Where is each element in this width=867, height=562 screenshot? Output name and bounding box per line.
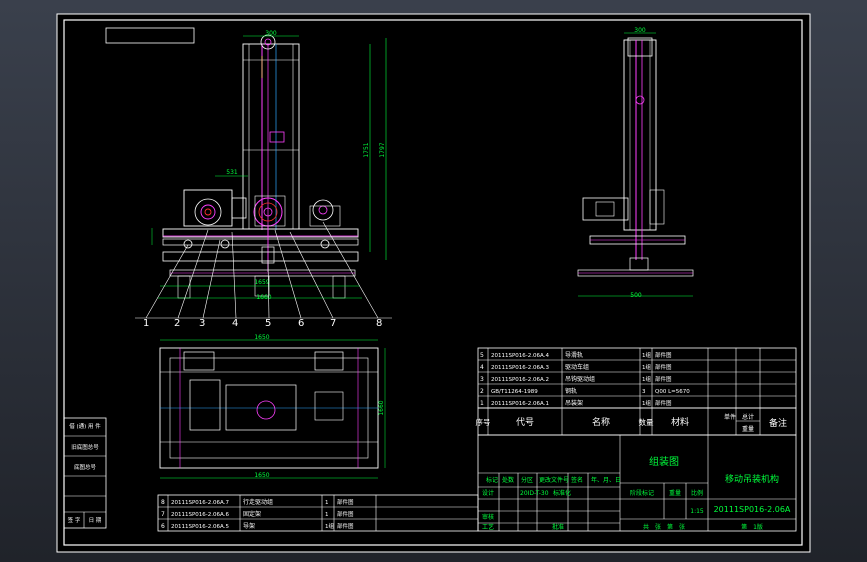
tb-assembly: 组装图 <box>649 455 679 468</box>
part-row-qty: 1组 <box>642 375 651 383</box>
balloon-3: 3 <box>199 318 205 329</box>
hdr-name: 名称 <box>592 416 610 428</box>
part-row-code: 20111SP016-2.06A.4 <box>491 353 549 359</box>
part-row-no: 7 <box>161 511 165 518</box>
part-row-code: 20111SP016-2.06A.5 <box>171 524 229 530</box>
part-row-material: 部件图 <box>655 375 672 383</box>
side-label-0: 借 (通) 用 件 <box>69 422 101 430</box>
part-row-name: 吊装架 <box>565 399 583 407</box>
tb-std: 标准化 <box>553 489 571 497</box>
part-row-no: 8 <box>161 499 165 506</box>
hdr-unit-weight: 单件 <box>724 413 736 421</box>
dim-top-width: 300 <box>265 30 277 37</box>
tb-date: 年、月、日 <box>591 476 621 484</box>
hdr-total-weight: 总计 <box>742 413 754 421</box>
dim-motor-offset: 531 <box>226 169 238 176</box>
side-label-2: 底图总号 <box>74 463 97 471</box>
part-row-code: GB/T11264-1989 <box>491 389 538 395</box>
part-row-material: 部件图 <box>655 351 672 359</box>
part-row-code: 20111SP016-2.06A.2 <box>491 377 549 383</box>
part-row-name: 驱动车组 <box>565 363 589 371</box>
tb-std-no: 20ID-T-30 <box>520 490 549 497</box>
part-row-name: 固定架 <box>243 510 261 518</box>
part-row-no: 1 <box>480 400 484 407</box>
hdr-weight: 重量 <box>742 425 754 433</box>
tb-design: 设计 <box>482 489 494 497</box>
hdr-code: 代号 <box>516 417 534 428</box>
hdr-qty: 数量 <box>639 417 654 427</box>
part-row-no: 5 <box>480 352 484 359</box>
dim-plan-depth: 1660 <box>378 400 385 415</box>
balloon-7: 7 <box>330 318 336 329</box>
part-row-qty: 3 <box>642 389 646 395</box>
tb-change-doc: 更改文件号 <box>539 476 569 484</box>
part-row-qty: 1 <box>325 500 329 506</box>
tb-scale: 1:15 <box>690 508 704 515</box>
part-row-material: 部件图 <box>337 522 354 530</box>
side-label-4: 日 期 <box>89 517 102 524</box>
dim-plan-width: 1650 <box>254 334 269 341</box>
part-row-qty: 1组 <box>325 522 334 530</box>
hdr-mat: 材料 <box>671 416 689 428</box>
part-row-material: Q00 L=5670 <box>655 389 690 395</box>
tb-title: 移动吊装机构 <box>725 473 779 485</box>
tb-ratio-label: 比例 <box>691 489 703 497</box>
dim-plan-bottom: 1650 <box>254 472 269 479</box>
balloon-1: 1 <box>143 318 149 329</box>
tb-approve: 批准 <box>552 523 564 531</box>
dim-base-width: 1660 <box>256 294 271 301</box>
part-row-name: 行走驱动组 <box>243 498 273 506</box>
balloon-2: 2 <box>174 318 180 329</box>
balloon-5: 5 <box>265 318 271 329</box>
part-row-no: 6 <box>161 523 165 530</box>
tb-review: 审核 <box>482 513 494 521</box>
part-row-no: 4 <box>480 364 484 371</box>
dim-width-front: 1659 <box>254 279 269 286</box>
dim-height-total: 1751 <box>363 142 370 157</box>
dim-side-top: 300 <box>634 27 646 34</box>
part-row-name: 吊钩驱动组 <box>565 375 595 383</box>
part-row-code: 20111SP016-2.06A.3 <box>491 365 549 371</box>
dim-height-outer: 1797 <box>379 142 386 157</box>
part-row-no: 3 <box>480 376 484 383</box>
part-row-qty: 1 <box>325 512 329 518</box>
part-row-name: 钢轨 <box>565 387 577 395</box>
part-row-material: 部件图 <box>655 363 672 371</box>
part-row-code: 20111SP016-2.06A.6 <box>171 512 229 518</box>
part-row-material: 部件图 <box>655 399 672 407</box>
tb-stage-mark: 阶段标记 <box>630 489 654 497</box>
balloon-6: 6 <box>298 318 304 329</box>
part-row-qty: 1组 <box>642 399 651 407</box>
tb-count: 处数 <box>502 476 514 484</box>
part-row-name: 导滑轨 <box>565 351 583 359</box>
tb-drawing-no: 20111SP016-2.06A <box>714 505 791 514</box>
part-row-no: 2 <box>480 388 484 395</box>
hdr-no: 序号 <box>476 417 491 427</box>
tb-weight-label: 重量 <box>669 489 681 497</box>
part-row-code: 20111SP016-2.06A.1 <box>491 401 549 407</box>
part-row-name: 导架 <box>243 522 255 530</box>
tb-zone: 分区 <box>521 476 533 484</box>
part-row-material: 部件图 <box>337 498 354 506</box>
balloon-8: 8 <box>376 318 382 329</box>
balloon-4: 4 <box>232 318 238 329</box>
part-row-code: 20111SP016-2.06A.7 <box>171 500 229 506</box>
cad-drawing-viewport: 300 1751 1797 531 1659 1660 1 2 3 4 5 6 <box>0 0 867 562</box>
tb-sign: 签名 <box>571 476 583 484</box>
side-label-1: 旧底图总号 <box>71 443 99 451</box>
drawing-sheet <box>56 13 811 553</box>
part-row-qty: 1组 <box>642 351 651 359</box>
tb-version: 第 1版 <box>741 523 763 531</box>
dim-side-base: 500 <box>630 292 642 299</box>
hdr-remark: 备注 <box>769 417 787 429</box>
part-row-qty: 1组 <box>642 363 651 371</box>
tb-process: 工艺 <box>482 523 494 531</box>
tb-mark: 标记 <box>486 476 498 484</box>
part-row-material: 部件图 <box>337 510 354 518</box>
tb-sheets: 共 张 第 张 <box>643 523 685 531</box>
side-label-3: 签 字 <box>68 516 81 524</box>
